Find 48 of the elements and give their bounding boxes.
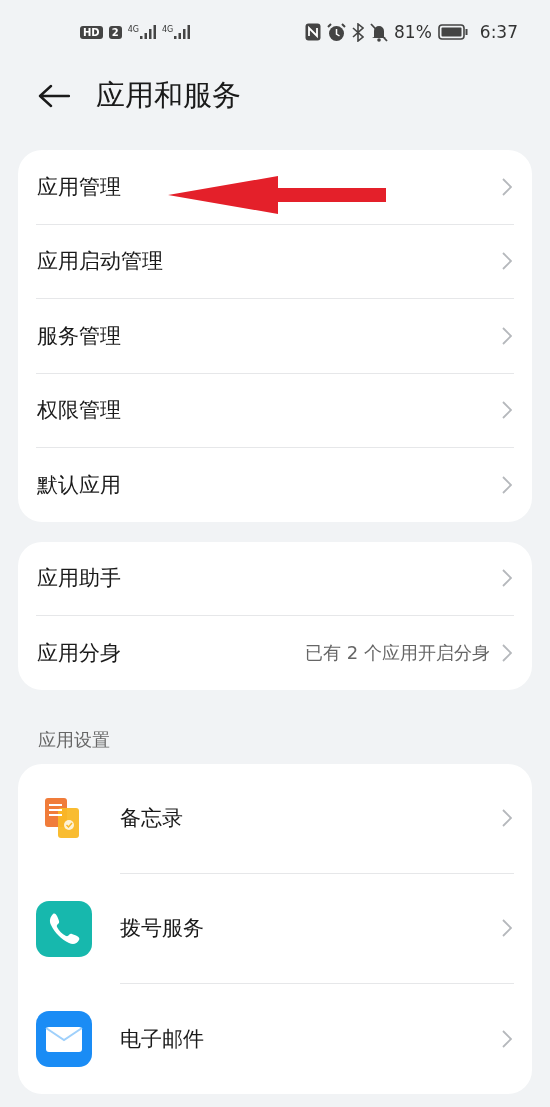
item-value: 已有 2 个应用开启分身 [305, 640, 490, 665]
settings-item[interactable]: 应用分身 已有 2 个应用开启分身 [36, 616, 514, 690]
item-label: 应用分身 [37, 639, 121, 667]
sim-badge: 2 [108, 25, 122, 39]
chevron-icon [502, 252, 512, 271]
item-label: 服务管理 [37, 322, 121, 350]
alarm-icon [327, 22, 346, 42]
settings-item[interactable]: 权限管理 [36, 373, 514, 448]
settings-item[interactable]: 默认应用 [36, 448, 514, 522]
item-label: 应用启动管理 [37, 248, 163, 276]
page-title: 应用和服务 [96, 77, 241, 114]
mail-app-icon [36, 1010, 92, 1067]
hd-badge: HD [80, 25, 103, 39]
section-title: 应用设置 [37, 727, 111, 752]
settings-item[interactable]: 服务管理 [36, 299, 514, 374]
item-label: 应用助手 [37, 565, 121, 593]
battery-percent: 81% [394, 22, 432, 42]
app-name: 电子邮件 [120, 1025, 204, 1053]
chevron-icon [502, 1029, 512, 1048]
app-name: 拨号服务 [120, 915, 204, 942]
back-icon[interactable] [38, 84, 70, 108]
network-label: 4G [127, 25, 139, 34]
chevron-icon [502, 643, 512, 662]
settings-item[interactable]: 应用助手 [36, 541, 514, 616]
signal-icon [174, 25, 191, 39]
item-label: 默认应用 [37, 471, 121, 499]
chevron-icon [502, 401, 512, 420]
item-label: 权限管理 [37, 397, 121, 425]
chevron-icon [502, 919, 512, 937]
chevron-icon [502, 177, 512, 196]
nfc-icon [305, 23, 321, 41]
app-item[interactable]: 拨号服务 [36, 873, 514, 984]
chevron-icon [502, 326, 512, 345]
chevron-icon [502, 809, 512, 827]
app-item[interactable]: 备忘录 [36, 763, 514, 874]
app-item[interactable]: 电子邮件 [36, 983, 514, 1094]
mute-bell-icon [370, 22, 388, 42]
settings-item[interactable]: 应用启动管理 [36, 224, 514, 299]
app-name: 备忘录 [120, 805, 183, 832]
clock-time: 6:37 [479, 22, 518, 42]
battery-icon [437, 24, 468, 40]
item-label: 应用管理 [37, 173, 121, 201]
bluetooth-icon [352, 22, 364, 42]
phone-app-icon [36, 900, 92, 957]
chevron-icon [502, 569, 512, 588]
signal-icon [139, 25, 156, 39]
network-label: 4G [161, 25, 174, 34]
chevron-icon [502, 475, 512, 494]
